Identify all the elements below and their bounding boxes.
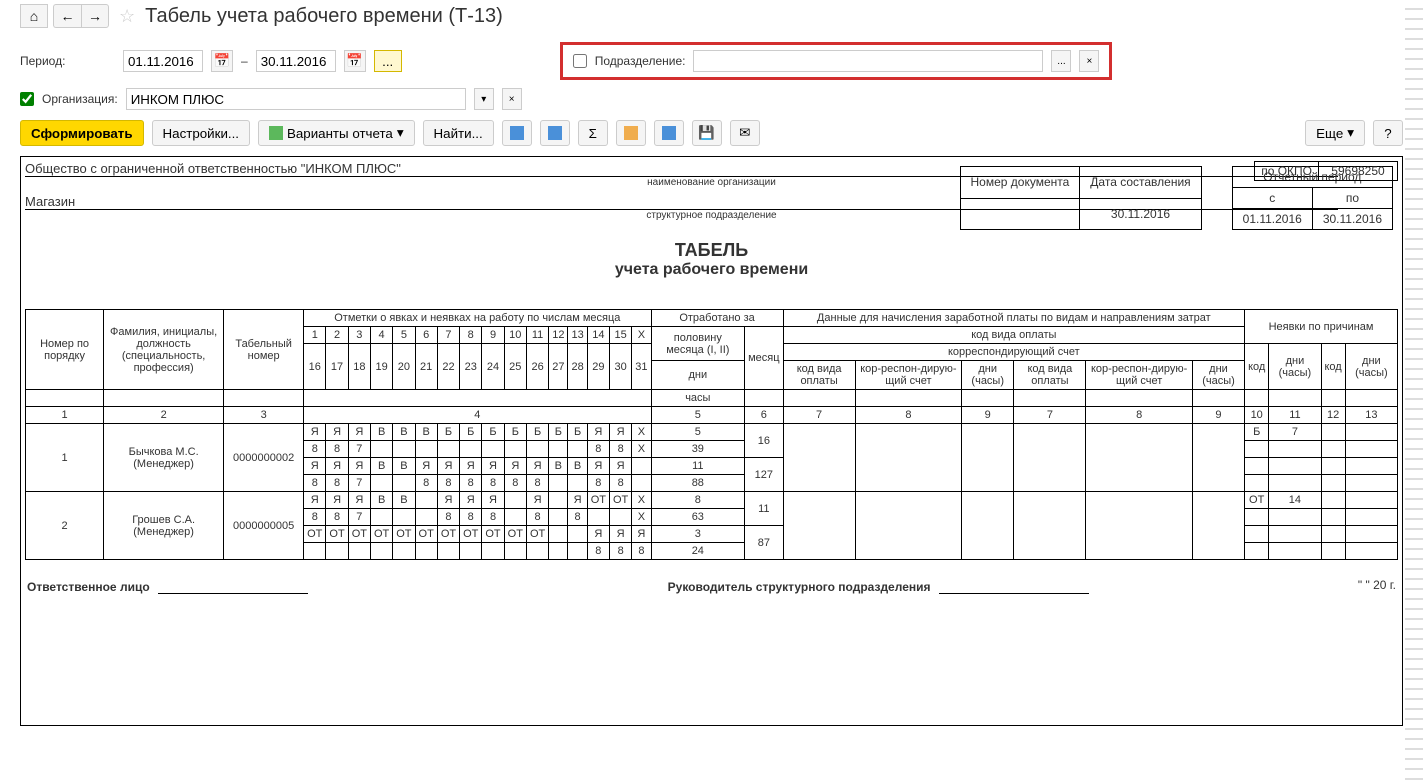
doc-icon bbox=[548, 126, 562, 140]
more-button[interactable]: Еще ▾ bbox=[1305, 120, 1365, 146]
org-clear-button[interactable]: × bbox=[502, 88, 522, 110]
tool-icon-2[interactable] bbox=[540, 120, 570, 146]
org-select-button[interactable]: ▾ bbox=[474, 88, 494, 110]
back-button[interactable]: ← bbox=[53, 4, 81, 28]
favorite-star-icon[interactable]: ☆ bbox=[119, 6, 135, 27]
forward-button[interactable]: → bbox=[81, 4, 109, 28]
department-checkbox[interactable] bbox=[573, 54, 587, 68]
date-to-input[interactable] bbox=[256, 50, 336, 72]
timesheet-table: Номер по порядку Фамилия, инициалы, долж… bbox=[25, 309, 1398, 560]
resp-sig-line bbox=[158, 578, 308, 594]
mail-icon-button[interactable]: ✉ bbox=[730, 120, 760, 146]
period-picker-button[interactable]: ... bbox=[374, 50, 402, 72]
date-mark: " " 20 г. bbox=[1358, 578, 1396, 594]
date-from-input[interactable] bbox=[123, 50, 203, 72]
variants-button[interactable]: Варианты отчета ▾ bbox=[258, 120, 415, 146]
preview-icon bbox=[662, 126, 676, 140]
period-label: Период: bbox=[20, 54, 115, 68]
org-label: Организация: bbox=[42, 92, 118, 106]
find-button[interactable]: Найти... bbox=[423, 120, 494, 146]
save-icon-button[interactable]: 💾 bbox=[692, 120, 722, 146]
doc-meta-table: Номер документаДата составления 30.11.20… bbox=[960, 166, 1202, 230]
doc-icon bbox=[510, 126, 524, 140]
torn-edge-decoration bbox=[1405, 0, 1423, 781]
page-title: Табель учета рабочего времени (Т-13) bbox=[145, 5, 503, 28]
department-filter-highlight: Подразделение: ... × bbox=[560, 42, 1113, 80]
department-clear-button[interactable]: × bbox=[1079, 50, 1099, 72]
department-label: Подразделение: bbox=[595, 54, 686, 68]
settings-button[interactable]: Настройки... bbox=[152, 120, 250, 146]
ruk-label: Руководитель структурного подразделения bbox=[668, 580, 931, 594]
report-area: по ОКПО 59698250 Общество с ограниченной… bbox=[20, 156, 1403, 726]
ruk-sig-line bbox=[939, 578, 1089, 594]
tool-icon-5[interactable] bbox=[654, 120, 684, 146]
calendar-to-button[interactable]: 📅 bbox=[344, 50, 366, 72]
department-input[interactable] bbox=[693, 50, 1043, 72]
tool-icon-1[interactable] bbox=[502, 120, 532, 146]
org-input[interactable] bbox=[126, 88, 466, 110]
okpo-value: 59698250 bbox=[1318, 161, 1398, 181]
doc-title: ТАБЕЛЬ bbox=[25, 240, 1398, 261]
generate-button[interactable]: Сформировать bbox=[20, 120, 144, 146]
resp-label: Ответственное лицо bbox=[27, 580, 150, 594]
calendar-from-button[interactable]: 📅 bbox=[211, 50, 233, 72]
tool-icon-3[interactable]: Σ bbox=[578, 120, 608, 146]
dash: – bbox=[241, 54, 248, 68]
tool-icon-4[interactable] bbox=[616, 120, 646, 146]
help-button[interactable]: ? bbox=[1373, 120, 1403, 146]
doc-subtitle: учета рабочего времени bbox=[25, 261, 1398, 279]
okpo-label: по ОКПО bbox=[1254, 161, 1318, 181]
variants-icon bbox=[269, 126, 283, 140]
chart-icon bbox=[624, 126, 638, 140]
org-checkbox[interactable] bbox=[20, 92, 34, 106]
home-button[interactable]: ⌂ bbox=[20, 4, 48, 28]
department-select-button[interactable]: ... bbox=[1051, 50, 1071, 72]
